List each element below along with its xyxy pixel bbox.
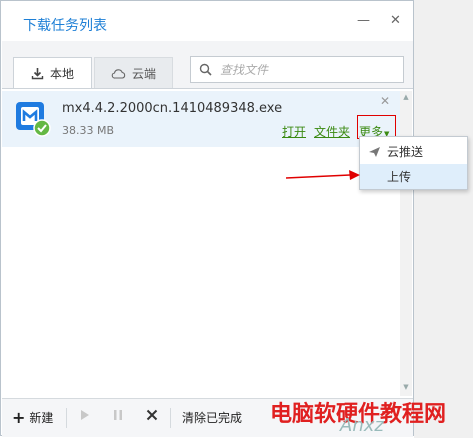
delete-button[interactable] [146,409,158,421]
folder-link[interactable]: 文件夹 [314,123,350,140]
cloud-icon [111,68,126,79]
search-icon [199,63,212,76]
download-item[interactable]: mx4.4.2.2000cn.1410489348.exe 38.33 MB 打… [2,91,400,147]
search-box[interactable] [190,56,404,83]
menu-item-upload-label: 上传 [387,170,412,184]
new-button[interactable]: + 新建 [12,409,53,426]
background-area [414,0,473,438]
clear-completed-label: 清除已完成 [182,411,243,425]
pause-button[interactable] [113,409,123,421]
menu-item-cloud-push-label: 云推送 [387,145,424,159]
tab-local[interactable]: 本地 [13,57,92,89]
close-button[interactable]: ✕ [390,13,401,29]
plus-icon: + [12,407,26,427]
watermark-sub: Anxz [340,415,384,436]
scroll-down-icon[interactable]: ▼ [400,383,412,391]
tab-cloud[interactable]: 云端 [94,57,173,89]
send-icon [369,146,380,157]
divider [170,408,171,428]
pause-icon [114,410,122,420]
more-context-menu: 云推送 上传 [359,136,468,190]
window-title: 下载任务列表 [23,18,107,34]
scroll-up-icon[interactable]: ▲ [400,93,412,101]
new-label: 新建 [29,411,54,425]
divider [66,408,67,428]
start-button[interactable] [80,409,90,421]
red-arrow-annotation [286,170,360,180]
download-list-window: 下载任务列表 — ✕ 本地 云端 mx4.4.2.2000cn.141048 [0,0,414,437]
play-icon [81,410,89,420]
delete-x-icon [146,409,158,421]
menu-item-cloud-push[interactable]: 云推送 [360,139,473,164]
minimize-button[interactable]: — [357,13,370,29]
clear-completed-button[interactable]: 清除已完成 [182,409,242,426]
remove-item-icon[interactable]: ✕ [380,94,390,108]
file-size: 38.33 MB [62,124,115,137]
menu-item-upload[interactable]: 上传 [360,164,467,189]
tab-local-label: 本地 [49,67,74,81]
file-name: mx4.4.2.2000cn.1410489348.exe [62,101,283,116]
tab-divider [2,88,413,89]
open-link[interactable]: 打开 [282,123,306,140]
download-icon [31,68,44,80]
tab-cloud-label: 云端 [131,66,156,81]
maxthon-file-icon [16,102,51,137]
search-input[interactable] [218,61,402,78]
